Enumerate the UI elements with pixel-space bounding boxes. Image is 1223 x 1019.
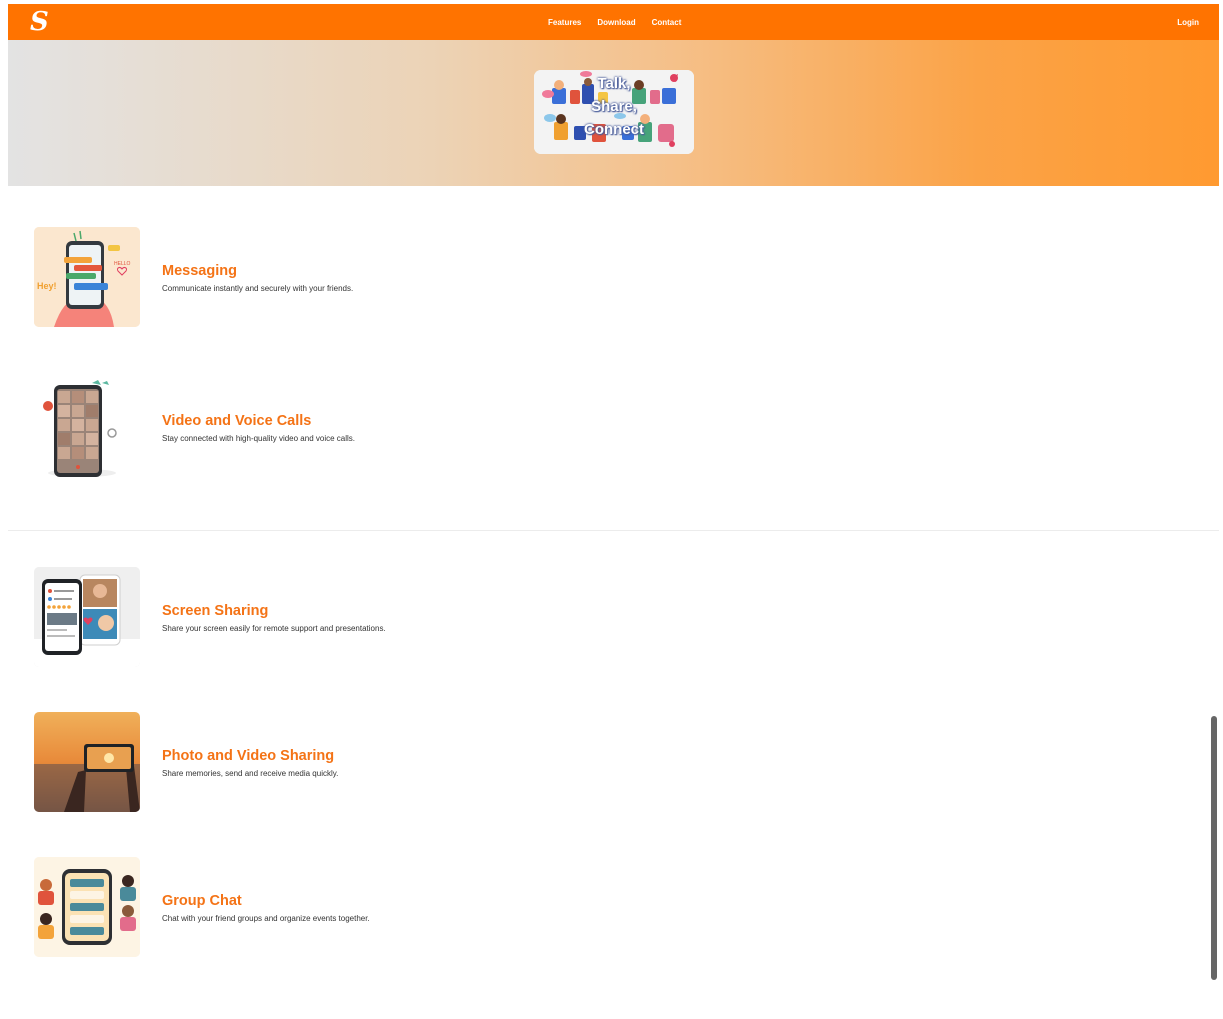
logo[interactable]: S <box>30 7 49 37</box>
feature-title: Video and Voice Calls <box>162 412 312 429</box>
feature-title: Group Chat <box>162 892 242 909</box>
scrollbar[interactable] <box>1208 530 1219 1019</box>
feature-title: Screen Sharing <box>162 602 269 619</box>
feature-description: Communicate instantly and securely with … <box>162 283 354 293</box>
feature-description: Chat with your friend groups and organiz… <box>162 913 370 923</box>
nav-link-download[interactable]: Download <box>597 18 635 27</box>
feature-video-calls: Video and Voice Calls Stay connected wit… <box>34 376 355 478</box>
nav-link-contact[interactable]: Contact <box>652 18 682 27</box>
svg-text:HELLO: HELLO <box>114 261 131 267</box>
hero-line-share: Share, <box>591 98 637 115</box>
feature-title: Photo and Video Sharing <box>162 747 335 764</box>
feature-photo-sharing: Photo and Video Sharing Share memories, … <box>34 711 338 813</box>
feature-messaging: Hey! HELLO Messaging Communicate instant… <box>34 226 353 328</box>
scrollbar-thumb[interactable] <box>1211 716 1217 980</box>
feature-title: Messaging <box>162 262 237 279</box>
feature-group-chat-text: Group Chat Chat with your friend groups … <box>162 892 370 923</box>
svg-text:Hey!: Hey! <box>37 281 57 291</box>
feature-screen-sharing-text: Screen Sharing Share your screen easily … <box>162 602 386 633</box>
messaging-illustration-icon: Hey! HELLO <box>34 227 140 327</box>
feature-photo-sharing-text: Photo and Video Sharing Share memories, … <box>162 747 338 778</box>
feature-description: Share memories, send and receive media q… <box>162 768 339 778</box>
photo-sharing-illustration-icon <box>34 712 140 812</box>
nav-links: Features Download Contact <box>548 4 681 40</box>
section-divider <box>8 530 1219 531</box>
feature-messaging-text: Messaging Communicate instantly and secu… <box>162 262 353 293</box>
feature-screen-sharing: Screen Sharing Share your screen easily … <box>34 566 386 668</box>
hero-title: Talk, Share, Connect <box>534 72 694 141</box>
feature-group-chat: Group Chat Chat with your friend groups … <box>34 856 370 958</box>
navbar: S Features Download Contact Login <box>8 4 1219 40</box>
hero-line-connect: Connect <box>584 121 644 138</box>
page: S Features Download Contact Login Talk, … <box>8 4 1219 1019</box>
hero-line-talk: Talk, <box>597 75 631 92</box>
features-section: Hey! HELLO Messaging Communicate instant… <box>8 186 1219 1019</box>
hero-banner: Talk, Share, Connect <box>8 40 1219 186</box>
feature-description: Stay connected with high-quality video a… <box>162 433 355 443</box>
screen-sharing-illustration-icon <box>34 567 140 667</box>
group-chat-illustration-icon <box>34 857 140 957</box>
feature-video-calls-text: Video and Voice Calls Stay connected wit… <box>162 412 355 443</box>
login-link[interactable]: Login <box>1177 4 1199 40</box>
nav-link-features[interactable]: Features <box>548 18 581 27</box>
video-call-illustration-icon <box>34 377 140 477</box>
hero-illustration: Talk, Share, Connect <box>534 70 694 154</box>
feature-description: Share your screen easily for remote supp… <box>162 623 386 633</box>
